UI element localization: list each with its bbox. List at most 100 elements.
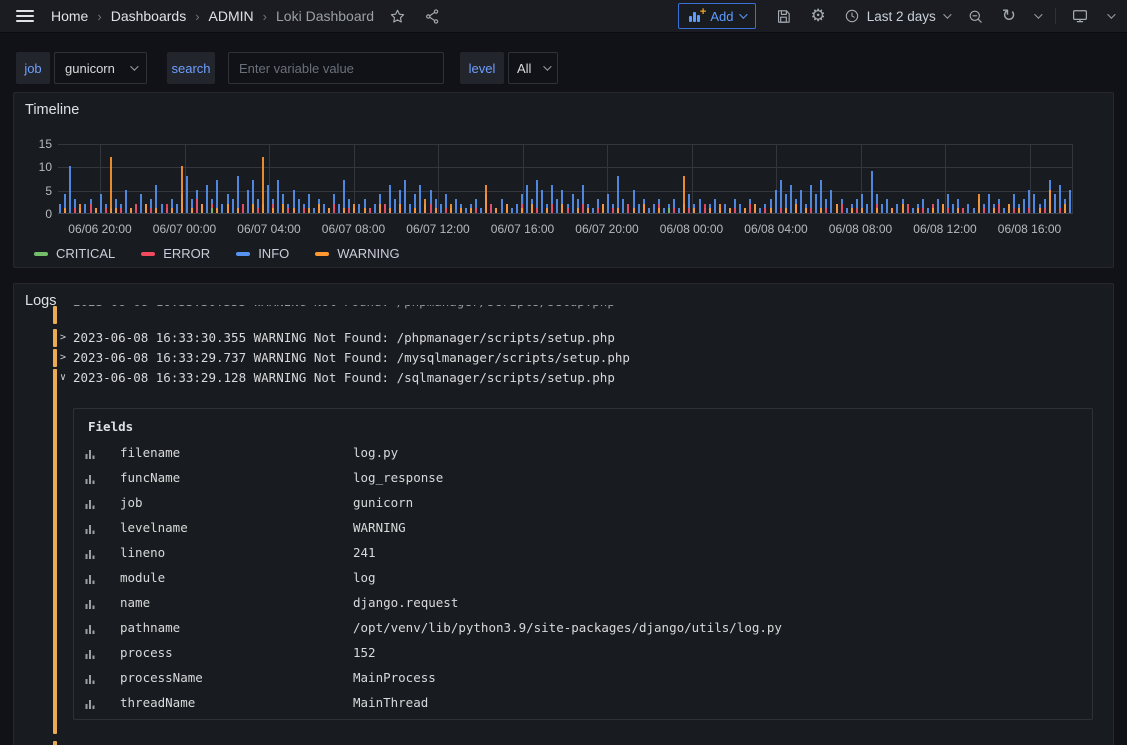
x-tick-label: 06/07 08:00 (309, 222, 399, 236)
breadcrumb-home[interactable]: Home (51, 8, 88, 24)
zoom-out-button[interactable] (958, 8, 993, 25)
panel-title-logs: Logs (25, 293, 56, 309)
gridline-y (58, 191, 1073, 192)
field-stats-icon[interactable] (85, 597, 96, 615)
chart-bar-warning (957, 208, 959, 213)
log-row-expand-icon[interactable]: > (60, 348, 70, 368)
field-stats-icon[interactable] (85, 697, 96, 715)
field-stats-icon[interactable] (85, 447, 96, 465)
chart-bar-warning (262, 157, 264, 213)
field-stats-icon[interactable] (85, 622, 96, 640)
field-stats-icon[interactable] (85, 497, 96, 515)
refresh-button[interactable]: ↻ (993, 8, 1025, 25)
breadcrumb-dashboards[interactable]: Dashboards (111, 8, 187, 24)
chart-bar-error (673, 208, 675, 213)
chart-bar-warning (181, 166, 183, 213)
legend-swatch-warning (315, 252, 329, 256)
dashboard-settings-button[interactable]: ⚙ (801, 8, 834, 25)
add-button[interactable]: + Add (678, 3, 756, 29)
chart-bar-error (384, 204, 386, 213)
chart-bar-error (704, 204, 706, 213)
field-stats-icon[interactable] (85, 572, 96, 590)
chart-bar-error (749, 204, 751, 213)
x-tick-label: 06/08 08:00 (816, 222, 906, 236)
breadcrumb-separator: › (263, 9, 267, 24)
legend-item-error[interactable]: ERROR (141, 246, 210, 261)
share-button[interactable] (415, 0, 450, 32)
chart-bar-error (962, 208, 964, 213)
chart-bar-error (1044, 208, 1046, 213)
chart-bar-error (998, 204, 1000, 213)
chart-bar-warning (227, 204, 229, 213)
chart-bar-error (922, 208, 924, 213)
top-nav: Home › Dashboards › ADMIN › Loki Dashboa… (0, 0, 1127, 33)
grafana-dashboard: Home › Dashboards › ADMIN › Loki Dashboa… (0, 0, 1127, 745)
chart-bar-error (582, 204, 584, 213)
chevron-down-icon (943, 10, 951, 18)
chart-bar-info (1069, 190, 1071, 213)
chart-bar-info (739, 204, 741, 213)
nav-toolbar: + Add ⚙ Last 2 days (678, 3, 1113, 29)
chart-bar-info (541, 190, 543, 213)
chart-bar-warning (450, 204, 452, 213)
panel-title-timeline: Timeline (25, 102, 79, 118)
breadcrumb-folder[interactable]: ADMIN (209, 8, 254, 24)
chart-bar-error (597, 208, 599, 213)
field-stats-icon[interactable] (85, 472, 96, 490)
field-name: funcName (120, 469, 180, 487)
kiosk-mode-button[interactable] (1062, 7, 1098, 25)
chart-bar-warning (942, 204, 944, 213)
log-details-fields-box: Fields filenamelog.pyfuncNamelog_respons… (73, 408, 1093, 720)
menu-button[interactable] (14, 0, 43, 32)
field-name: threadName (120, 694, 195, 712)
legend-item-warning[interactable]: WARNING (315, 246, 399, 261)
nav-overflow-dropdown[interactable] (1098, 13, 1113, 19)
log-row-partial[interactable]: 2023-06-08 16:33:30.355 WARNING Not Foun… (73, 305, 1063, 317)
favorite-button[interactable] (380, 0, 415, 32)
log-row[interactable]: 2023-06-08 16:33:30.355 WARNING Not Foun… (73, 328, 615, 348)
x-axis-line (58, 213, 1073, 214)
chart-bar-error (303, 208, 305, 213)
save-dashboard-button[interactable] (766, 8, 801, 25)
legend-item-info[interactable]: INFO (236, 246, 289, 261)
chart-bar-warning (460, 208, 462, 213)
chart-bar-critical (211, 208, 213, 213)
dashboard-variables-bar: job gunicorn search level All (0, 52, 1127, 84)
chart-bar-warning (435, 208, 437, 213)
chart-bar-error (612, 208, 614, 213)
field-stats-icon[interactable] (85, 547, 96, 565)
legend-item-critical[interactable]: CRITICAL (34, 246, 115, 261)
refresh-interval-dropdown[interactable] (1025, 13, 1049, 19)
chart-bar-warning (795, 204, 797, 213)
time-range-picker[interactable]: Last 2 days (835, 8, 958, 24)
chart-bar-error (74, 208, 76, 213)
x-tick-label: 06/08 12:00 (900, 222, 990, 236)
field-stats-icon[interactable] (85, 522, 96, 540)
log-row-collapse-icon[interactable]: ∨ (60, 368, 70, 388)
log-row[interactable]: 2023-06-08 16:33:29.128 WARNING Not Foun… (73, 368, 615, 388)
chart-bar-warning (171, 208, 173, 213)
plot-right-edge (1072, 144, 1073, 214)
y-tick-label: 0 (14, 207, 52, 221)
x-tick-label: 06/08 16:00 (985, 222, 1075, 236)
field-stats-icon[interactable] (85, 647, 96, 665)
chart-bar-error (734, 208, 736, 213)
variable-select-job[interactable]: gunicorn (54, 52, 147, 84)
log-row[interactable]: 2023-06-08 16:33:29.737 WARNING Not Foun… (73, 348, 630, 368)
chart-bar-warning (470, 208, 472, 213)
chart-bar-info (186, 176, 188, 213)
chart-bar-warning (587, 208, 589, 213)
variable-select-level[interactable]: All (508, 52, 558, 84)
chart-bar-info (967, 204, 969, 213)
chart-bar-info (313, 208, 315, 213)
chart-bar-info (526, 185, 528, 213)
chart-bar-info (419, 185, 421, 213)
chart-bar-warning (876, 208, 878, 213)
chart-bar-warning (602, 204, 604, 213)
log-row-expand-icon[interactable]: > (60, 328, 70, 348)
variable-search-input[interactable] (228, 52, 444, 84)
timeline-chart[interactable] (58, 144, 1073, 214)
field-stats-icon[interactable] (85, 672, 96, 690)
chart-bar-info (871, 171, 873, 213)
chart-bar-error (369, 208, 371, 213)
